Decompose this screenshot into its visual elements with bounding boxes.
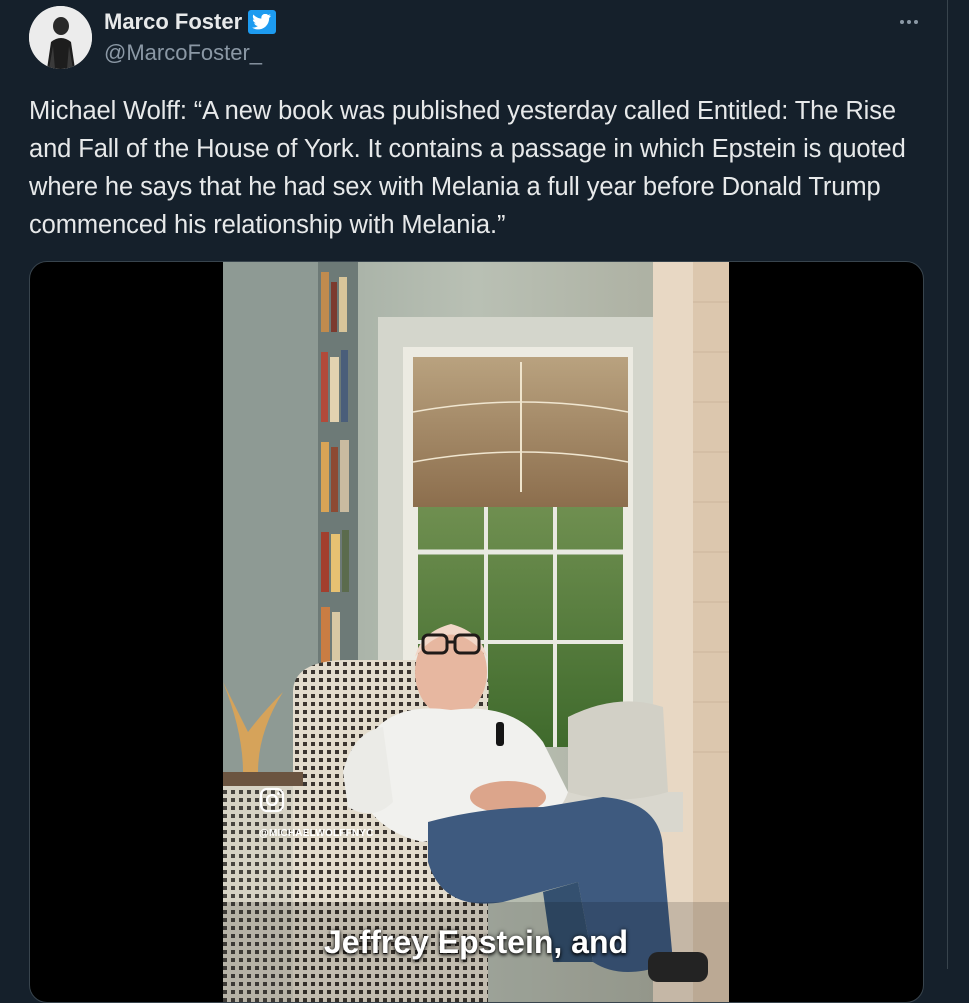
dot xyxy=(907,20,911,24)
person-portrait-icon xyxy=(29,6,92,69)
author-display-name[interactable]: Marco Foster xyxy=(104,8,242,36)
video-player[interactable]: @MICHAELWOLFFNYC Jeffrey Epstein, and xyxy=(29,261,924,1003)
watermark-handle: @MICHAELWOLFFNYC xyxy=(259,828,374,839)
more-options-icon[interactable] xyxy=(892,10,926,34)
dot xyxy=(900,20,904,24)
author-name-row[interactable]: Marco Foster xyxy=(104,8,277,36)
column-divider xyxy=(947,0,948,969)
dot xyxy=(914,20,918,24)
video-frame[interactable]: @MICHAELWOLFFNYC Jeffrey Epstein, and xyxy=(223,262,729,1002)
avatar[interactable] xyxy=(29,6,92,69)
instagram-icon xyxy=(259,787,285,813)
video-caption: Jeffrey Epstein, and xyxy=(323,924,629,960)
tweet: Marco Foster @MarcoFoster_ Michael Wolff… xyxy=(0,0,947,1003)
tweet-text: Michael Wolff: “A new book was published… xyxy=(29,97,906,239)
video-still xyxy=(223,262,729,1002)
author-handle[interactable]: @MarcoFoster_ xyxy=(104,39,262,67)
verified-badge-icon[interactable] xyxy=(248,10,277,34)
